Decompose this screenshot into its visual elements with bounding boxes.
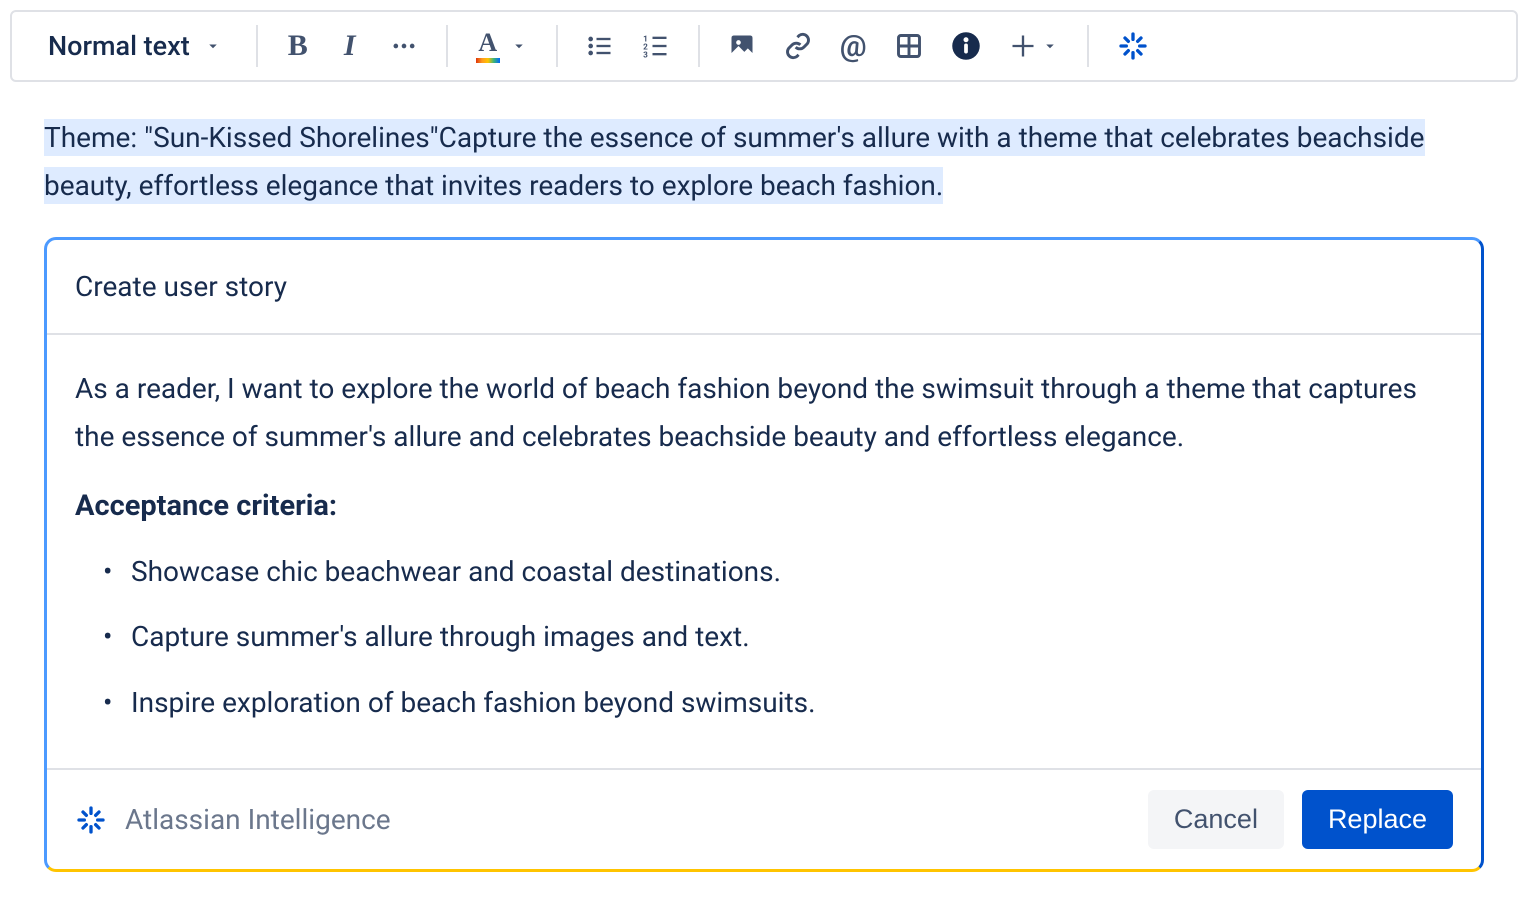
- mention-icon: @: [840, 29, 867, 64]
- text-color-button[interactable]: A: [464, 22, 540, 70]
- ai-footer-label: Atlassian Intelligence: [125, 803, 391, 836]
- ai-sparkle-icon: [75, 804, 107, 836]
- toolbar-separator: [256, 25, 258, 67]
- link-icon: [784, 32, 812, 60]
- bullet-list-button[interactable]: [574, 22, 626, 70]
- plus-icon: [1009, 32, 1037, 60]
- selected-paragraph[interactable]: Theme: "Sun-Kissed Shorelines"Capture th…: [44, 114, 1484, 209]
- ai-panel-header: Create user story: [47, 240, 1481, 335]
- ai-sparkle-icon: [1117, 30, 1149, 62]
- bold-button[interactable]: B: [274, 22, 322, 70]
- more-formatting-button[interactable]: [378, 22, 430, 70]
- toolbar-separator: [1087, 25, 1089, 67]
- table-icon: [895, 32, 923, 60]
- text-style-label: Normal text: [48, 30, 190, 62]
- replace-button[interactable]: Replace: [1302, 790, 1453, 849]
- image-icon: [728, 32, 756, 60]
- acceptance-criteria-list: Showcase chic beachwear and coastal dest…: [75, 548, 1453, 727]
- toolbar-separator: [556, 25, 558, 67]
- ai-panel-footer: Atlassian Intelligence Cancel Replace: [47, 768, 1481, 869]
- mention-button[interactable]: @: [828, 22, 879, 70]
- ai-prompt-text: Create user story: [75, 270, 287, 303]
- toolbar-separator: [698, 25, 700, 67]
- editor-toolbar: Normal text B I A 123 @: [10, 10, 1518, 82]
- table-button[interactable]: [883, 22, 935, 70]
- italic-button[interactable]: I: [326, 22, 374, 70]
- bold-icon: B: [288, 29, 308, 63]
- ai-result-panel: Create user story As a reader, I want to…: [44, 237, 1484, 872]
- chevron-down-icon: [510, 37, 528, 55]
- cancel-button[interactable]: Cancel: [1148, 790, 1284, 849]
- ai-panel-body: As a reader, I want to explore the world…: [47, 335, 1481, 768]
- text-style-dropdown[interactable]: Normal text: [30, 22, 240, 70]
- list-item: Inspire exploration of beach fashion bey…: [95, 679, 1453, 727]
- ai-assist-button[interactable]: [1105, 22, 1161, 70]
- numbered-list-icon: 123: [642, 32, 670, 60]
- svg-text:3: 3: [643, 50, 648, 60]
- toolbar-separator: [446, 25, 448, 67]
- text-color-icon: A: [476, 30, 500, 63]
- selected-text-content: Theme: "Sun-Kissed Shorelines"Capture th…: [44, 119, 1425, 204]
- list-item: Capture summer's allure through images a…: [95, 613, 1453, 661]
- info-icon: [951, 31, 981, 61]
- italic-icon: I: [344, 29, 356, 63]
- chevron-down-icon: [1041, 37, 1059, 55]
- ai-result-paragraph: As a reader, I want to explore the world…: [75, 365, 1453, 460]
- numbered-list-button[interactable]: 123: [630, 22, 682, 70]
- chevron-down-icon: [204, 37, 222, 55]
- editor-content[interactable]: Theme: "Sun-Kissed Shorelines"Capture th…: [10, 90, 1518, 882]
- more-icon: [390, 32, 418, 60]
- bullet-list-icon: [586, 32, 614, 60]
- acceptance-criteria-heading: Acceptance criteria:: [75, 482, 1453, 531]
- insert-more-button[interactable]: [997, 22, 1071, 70]
- image-button[interactable]: [716, 22, 768, 70]
- list-item: Showcase chic beachwear and coastal dest…: [95, 548, 1453, 596]
- link-button[interactable]: [772, 22, 824, 70]
- info-panel-button[interactable]: [939, 22, 993, 70]
